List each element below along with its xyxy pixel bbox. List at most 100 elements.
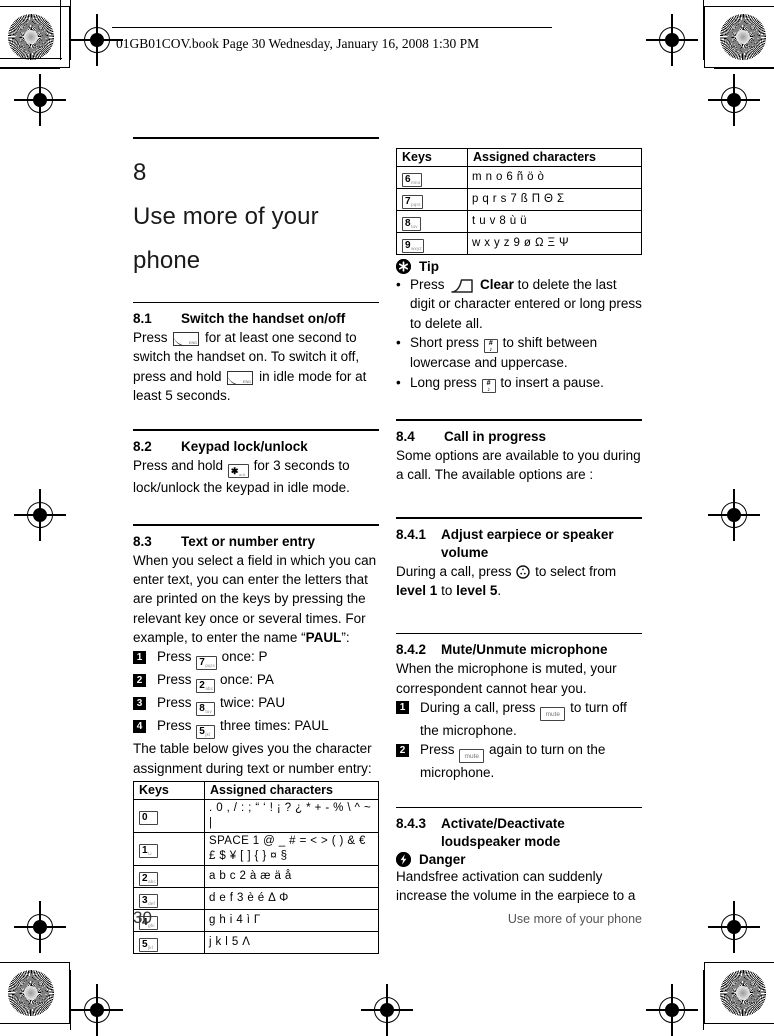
- book-file-header-text: 01GB01COV.book Page 30 Wednesday, Januar…: [116, 36, 480, 51]
- key-letters: tuv: [205, 709, 212, 715]
- table-row: 0 . 0 , / : ; “ ‘ ! ¡ ? ¿ * + - % \ ^ ~ …: [133, 798, 379, 833]
- section-841-heading: 8.4.1 Adjust earpiece or speaker volume: [396, 526, 642, 562]
- end-call-key-icon: END: [227, 370, 254, 385]
- bullet-pre-text: Short press: [410, 334, 480, 350]
- section-842-number: 8.4.2: [396, 642, 427, 658]
- table-cell-key: 0: [133, 798, 205, 833]
- section-842-paragraph: When the microphone is muted, your corre…: [396, 661, 617, 696]
- table-cell-characters: p q r s 7 ß Π Θ Σ: [467, 188, 642, 211]
- crop-line-bottom-right-h: [714, 962, 774, 964]
- key-letters: pqrs: [411, 202, 421, 207]
- keypad-key-8-icon: 8tuv: [402, 217, 421, 231]
- star-key-icon: ✱a/A: [227, 463, 249, 478]
- section-82-heading: 8.2 Keypad lock/unlock: [133, 438, 379, 456]
- step-text: Press mute again to turn on the micropho…: [420, 740, 642, 782]
- section-84-title: Call in progress: [444, 428, 547, 444]
- table-row: 6mno m n o 6 ñ ö ò: [396, 166, 642, 189]
- step-text: Press 2abc once: PA: [157, 670, 379, 694]
- section-843-title: Activate/Deactivate loudspeaker mode: [441, 815, 642, 851]
- list-item: • Short press # ♪ to shift between lowerc…: [396, 333, 642, 373]
- key-letters: ⊔: [148, 851, 152, 857]
- starburst-icon: [720, 14, 766, 60]
- table-cell-characters: SPACE 1 @ _ # = < > ( ) & € £ $ ¥ [ ] { …: [204, 831, 379, 866]
- table-cell-characters: a b c 2 à æ ä å: [204, 864, 379, 888]
- list-item: 3 Press 8tuv twice: PAU: [133, 693, 379, 717]
- bullet-text: Press Clear to delete the last digit or …: [410, 275, 642, 333]
- bullet-marker: •: [396, 277, 401, 292]
- table-header-row: Keys Assigned characters: [396, 148, 642, 167]
- section-83-paragraph-2: The table below gives you the character …: [133, 741, 372, 776]
- step-number: 1: [133, 650, 146, 664]
- section-841-text-b: to select from: [535, 563, 617, 579]
- key-digit: 3: [142, 894, 148, 906]
- section-843-title-line2: loudspeaker mode: [441, 833, 561, 849]
- crop-line-bottom-left-h: [0, 962, 60, 964]
- tip-bullet-list: • Press Clear to delete the last digit o…: [396, 275, 642, 394]
- section-843-rule: [396, 806, 642, 808]
- key-letters: abc: [148, 878, 156, 884]
- key-digit: 8: [405, 218, 411, 229]
- end-call-key-icon: END: [173, 332, 200, 347]
- table-cell-characters: w x y z 9 ø Ω Ξ Ψ: [467, 232, 642, 255]
- danger-lightning-icon: [396, 851, 411, 867]
- section-83-step-list: 1 Press 7pqrs once: P 2 Press 2abc once:…: [133, 647, 379, 740]
- hash-key-icon: # ♪: [481, 379, 496, 394]
- keypad-key-6-icon: 6mno: [402, 173, 423, 187]
- right-column: Keys Assigned characters 6mno m n o 6 ñ …: [396, 148, 642, 905]
- step-number: 4: [133, 719, 146, 733]
- crop-line-top-right-h: [714, 68, 774, 70]
- bullet-text: Long press # ♪ to insert a pause.: [410, 373, 642, 394]
- section-84-paragraph: Some options are available to you during…: [396, 447, 641, 483]
- trim-box-left: [60, 0, 62, 60]
- crop-line-bottom-right-v: [703, 970, 705, 1030]
- list-item: 2 Press mute again to turn on the microp…: [396, 740, 642, 782]
- bullet-post-text: to insert a pause.: [500, 374, 604, 390]
- clear-soft-key-icon: [450, 278, 474, 294]
- bullet-pre-text: Press: [410, 277, 445, 292]
- chapter-title: Use more of your phone: [133, 202, 319, 274]
- section-82-paragraph: Press and hold ✱a/A for 3 seconds to loc…: [133, 456, 379, 497]
- starburst-icon: [8, 14, 54, 60]
- key-letters: wxyz: [411, 246, 422, 251]
- section-842-title: Mute/Unmute microphone: [441, 642, 608, 658]
- section-84-number: 8.4: [396, 428, 415, 444]
- registration-target-top-left: [71, 14, 123, 66]
- registration-target-right-lower: [708, 901, 760, 953]
- mute-key-icon: mute: [459, 749, 485, 764]
- key-digit: 1: [142, 845, 148, 857]
- section-81-heading: 8.1 Switch the handset on/off: [133, 310, 379, 328]
- section-81-paragraph: Press END for at least one second to swi…: [133, 328, 379, 405]
- registration-target-bottom-left: [71, 984, 123, 1036]
- section-841-number: 8.4.1: [396, 526, 427, 542]
- bullet-pre-text: Long press: [410, 374, 477, 390]
- keypad-key-2-icon: 2abc: [196, 679, 216, 694]
- navigation-ok-key-icon: [516, 564, 531, 579]
- left-column: 8 Use more of your phone 8.1 Switch the h…: [133, 137, 379, 954]
- section-841-title: Adjust earpiece or speaker volume: [441, 526, 642, 562]
- bullet-marker: •: [396, 334, 401, 350]
- table-cell-key: 7pqrs: [396, 188, 468, 211]
- step-text: Press 7pqrs once: P: [157, 647, 379, 671]
- table-header-characters: Assigned characters: [467, 148, 642, 167]
- key-letters: jkl: [205, 732, 211, 738]
- registration-starburst-bottom-left: [0, 962, 70, 1024]
- step-pre-text: Press: [157, 649, 192, 665]
- section-81-number: 8.1: [133, 311, 152, 327]
- list-item: • Long press # ♪ to insert a pause.: [396, 373, 642, 394]
- keypad-key-1-icon: 1⊔: [139, 844, 158, 859]
- bullet-marker: •: [396, 374, 401, 390]
- section-843-title-line1: Activate/Deactivate: [441, 815, 565, 831]
- registration-target-bottom-right: [646, 984, 698, 1036]
- keypad-key-2-icon: 2abc: [139, 871, 158, 886]
- step-pre-text: Press: [157, 672, 192, 688]
- section-82-title: Keypad lock/unlock: [181, 438, 308, 454]
- keypad-key-8-icon: 8tuv: [196, 702, 216, 717]
- step-pre-text: Press: [157, 718, 192, 734]
- keypad-key-3-icon: 3def: [139, 893, 158, 908]
- table-cell-characters: . 0 , / : ; “ ‘ ! ¡ ? ¿ * + - % \ ^ ~ |: [204, 798, 379, 833]
- step-number: 3: [133, 696, 146, 710]
- table-row: 7pqrs p q r s 7 ß Π Θ Σ: [396, 188, 642, 211]
- table-cell-characters: j k l 5 Λ: [204, 930, 379, 954]
- key-letters: jkl: [148, 944, 153, 950]
- chapter-number: 8: [133, 158, 147, 186]
